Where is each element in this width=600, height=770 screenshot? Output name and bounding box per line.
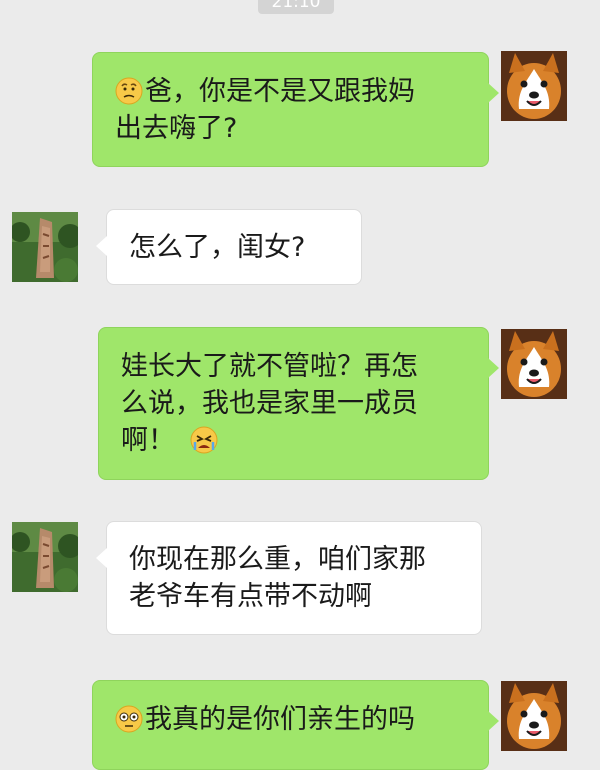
message-line: 你现在那么重，咱们家那 [129, 544, 426, 575]
corgi-avatar[interactable] [501, 51, 567, 121]
stone-landscape-avatar[interactable] [12, 212, 78, 282]
crying-face-icon [190, 426, 218, 454]
message-line: 爸，你是不是又跟我妈 [115, 73, 466, 110]
message-bubble-1[interactable]: 爸，你是不是又跟我妈 出去嗨了? [92, 52, 499, 167]
confused-face-icon [115, 77, 143, 105]
message-line: 么说，我也是家里一成员 [121, 388, 418, 419]
message-line: 娃长大了就不管啦？再怎 [121, 351, 418, 382]
message-line: 我真的是你们亲生的吗 [115, 701, 466, 738]
sweat-face-icon [115, 705, 143, 733]
message-bubble-4[interactable]: 你现在那么重，咱们家那 老爷车有点带不动啊 [96, 521, 482, 635]
stone-landscape-avatar[interactable] [12, 522, 78, 592]
message-line: 老爷车有点带不动啊 [129, 581, 372, 612]
message-line: 怎么了，闺女? [129, 232, 306, 263]
message-line: 啊！ [121, 422, 466, 459]
message-bubble-2[interactable]: 怎么了，闺女? [96, 209, 362, 285]
corgi-avatar[interactable] [501, 329, 567, 399]
message-bubble-3[interactable]: 娃长大了就不管啦？再怎 么说，我也是家里一成员 啊！ [98, 327, 499, 480]
corgi-avatar[interactable] [501, 681, 567, 751]
message-line: 出去嗨了? [115, 113, 238, 144]
timestamp-label: 21:10 [258, 0, 334, 14]
